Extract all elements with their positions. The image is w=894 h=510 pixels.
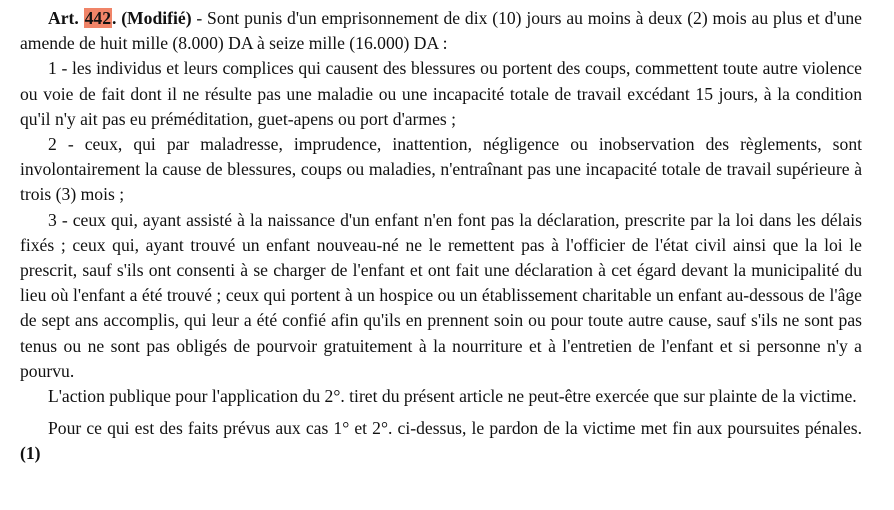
footnote-reference[interactable]: (1) bbox=[20, 443, 41, 463]
article-number: 442 bbox=[83, 8, 112, 28]
article-number-dot: . bbox=[111, 8, 117, 28]
article-intro-paragraph: Art. 442. (Modifié) - Sont punis d'un em… bbox=[20, 6, 862, 56]
legal-document: Art. 442. (Modifié) - Sont punis d'un em… bbox=[20, 6, 862, 467]
item-paragraph-2: 2 - ceux, qui par maladresse, imprudence… bbox=[20, 134, 862, 205]
article-label: Art. bbox=[48, 8, 79, 28]
item-paragraph-3: 3 - ceux qui, ayant assisté à la naissan… bbox=[20, 209, 862, 381]
pardon-paragraph: Pour ce qui est des faits prévus aux cas… bbox=[20, 416, 862, 466]
pardon-text: Pour ce qui est des faits prévus aux cas… bbox=[48, 418, 862, 439]
modified-tag: (Modifié) bbox=[121, 8, 192, 28]
item-paragraph-1: 1 - les individus et leurs complices qui… bbox=[20, 58, 862, 129]
action-publique-paragraph: L'action publique pour l'application du … bbox=[48, 386, 857, 407]
